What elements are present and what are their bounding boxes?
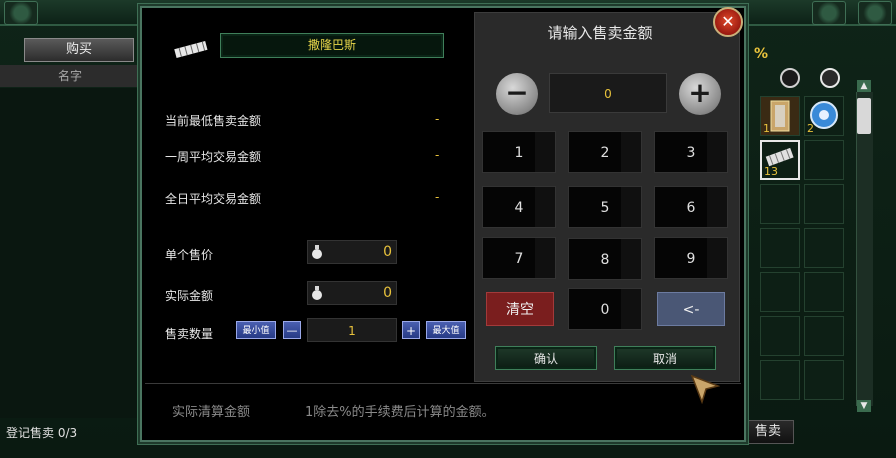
inventory-slot[interactable] [760,316,800,356]
scrollbar-thumb[interactable] [857,98,871,134]
ring-filter-icon-2[interactable] [820,68,840,88]
listing-list [0,88,140,418]
inventory-scrollbar[interactable] [856,92,873,406]
quantity-input[interactable]: 1 [307,318,397,342]
confirm-button[interactable]: 确认 [495,346,597,370]
scroll-up-icon[interactable]: ▲ [857,80,871,92]
slot-count: 2 [807,122,814,135]
settlement-description: 1除去%的手续费后计算的金额。 [305,405,495,420]
inventory-slot-selected[interactable]: 13 [760,140,800,180]
inventory-slot[interactable] [804,360,844,400]
slot-count: 1 [763,122,770,135]
sell-tab[interactable]: 售卖 [742,420,794,444]
inventory-slot[interactable] [804,184,844,224]
registered-sales-count: 登记售卖 0/3 [6,426,78,440]
inventory-slot[interactable] [760,272,800,312]
inventory-slot[interactable] [804,272,844,312]
inventory-percent: % [754,46,769,62]
daily-average-value: - [435,190,440,204]
unit-price-field[interactable]: 0 [307,240,397,264]
inventory-slot[interactable]: 1 [760,96,800,136]
scroll-down-icon[interactable]: ▼ [857,400,871,412]
max-quantity-button[interactable]: 最大值 [426,321,466,339]
actual-amount-field: 0 [307,281,397,305]
close-icon[interactable]: ✕ [713,7,743,37]
inventory-slot[interactable] [804,228,844,268]
key-5[interactable]: 5 [568,186,642,228]
amount-decrement-button[interactable]: − [496,73,538,115]
weekly-average-label: 一周平均交易金额 [165,150,262,164]
inventory-slot[interactable] [804,140,844,180]
inventory-slot[interactable] [804,316,844,356]
key-1[interactable]: 1 [482,131,556,173]
mouse-cursor-icon [690,374,720,404]
item-name: 撒隆巴斯 [220,33,444,58]
keypad-title: 请输入售卖金额 [547,24,653,42]
key-7[interactable]: 7 [482,237,556,279]
actual-amount-label: 实际金额 [165,289,214,303]
quantity-label: 售卖数量 [165,327,214,341]
key-9[interactable]: 9 [654,237,728,279]
divider [145,383,741,384]
clear-button[interactable]: 清空 [486,292,554,326]
key-2[interactable]: 2 [568,131,642,173]
lowest-price-value: - [435,112,440,126]
cancel-button[interactable]: 取消 [614,346,716,370]
key-4[interactable]: 4 [482,186,556,228]
inventory-slot[interactable] [760,184,800,224]
inventory-slot[interactable] [760,360,800,400]
corner-ornament-icon [858,1,892,25]
slot-count: 13 [764,165,778,178]
patch-item-icon [174,41,208,59]
weekly-average-value: - [435,148,440,162]
min-quantity-button[interactable]: 最小值 [236,321,276,339]
key-6[interactable]: 6 [654,186,728,228]
currency-icon [312,286,322,300]
currency-icon [312,245,322,259]
actual-amount-value: 0 [383,285,392,301]
daily-average-label: 全日平均交易金额 [165,192,262,206]
lowest-price-label: 当前最低售卖金额 [165,114,262,128]
quantity-decrement-button[interactable]: — [283,321,301,339]
buy-tab[interactable]: 购买 [24,38,134,62]
settlement-title: 实际清算金额 [172,405,251,420]
key-8[interactable]: 8 [568,238,642,280]
amount-input[interactable]: 0 [549,73,667,113]
name-column-header[interactable]: 名字 [0,65,140,87]
key-3[interactable]: 3 [654,131,728,173]
unit-price-value: 0 [383,244,392,260]
amount-increment-button[interactable]: + [679,73,721,115]
inventory-slot[interactable] [760,228,800,268]
backspace-button[interactable]: <- [657,292,725,326]
inventory-slot[interactable]: 2 [804,96,844,136]
key-0[interactable]: 0 [568,288,642,330]
unit-price-label: 单个售价 [165,248,214,262]
ring-filter-icon[interactable] [780,68,800,88]
corner-ornament-icon [812,1,846,25]
corner-ornament-icon [4,1,38,25]
quantity-increment-button[interactable]: + [402,321,420,339]
